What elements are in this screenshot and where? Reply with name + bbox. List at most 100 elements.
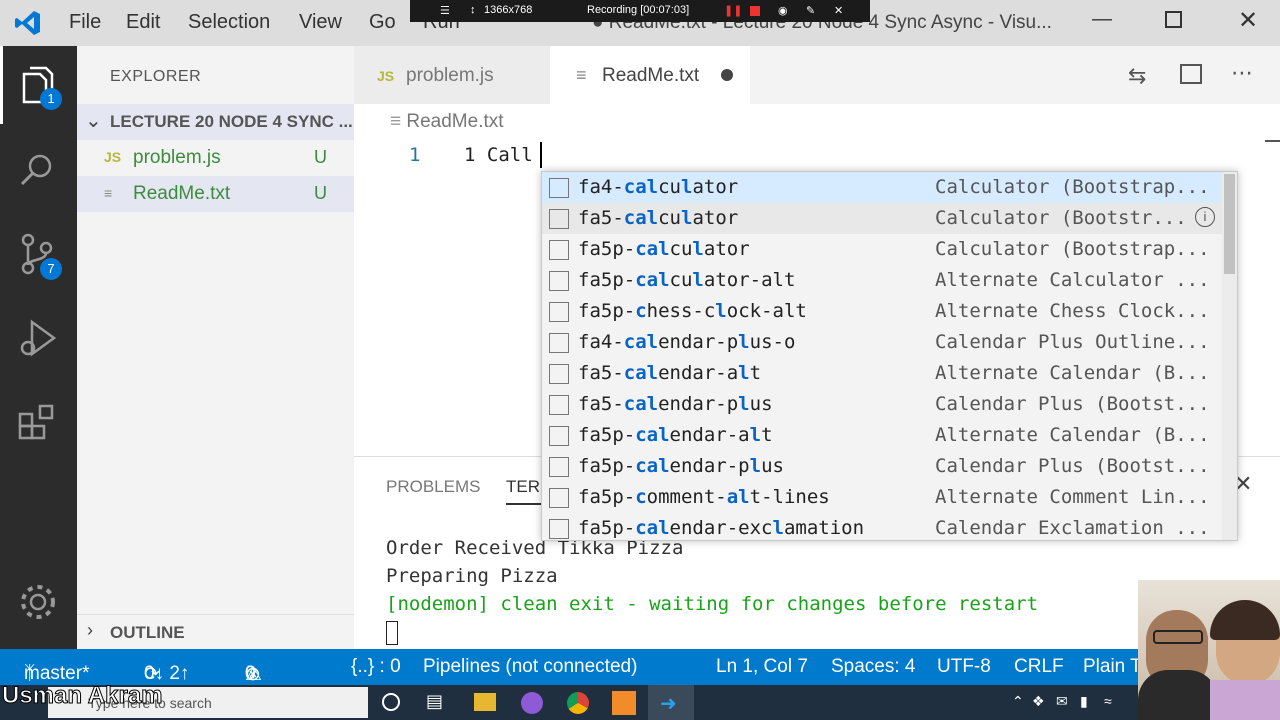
- match-highlight: l: [738, 362, 750, 384]
- menu-edit[interactable]: Edit: [126, 11, 160, 34]
- cursor-position[interactable]: Ln 1, Col 7: [716, 656, 808, 678]
- suggestion-item[interactable]: fa5p-calculator-alt Alternate Calculator …: [542, 265, 1222, 296]
- camera-icon[interactable]: ◉: [778, 4, 788, 17]
- suggestion-item[interactable]: fa4-calendar-plus-o Calendar Plus Outline…: [542, 327, 1222, 358]
- match-highlight: l: [692, 269, 704, 291]
- suggestion-item[interactable]: fa5-calendar-alt Alternate Calendar (B...: [542, 358, 1222, 389]
- match-highlight: cal: [623, 331, 659, 353]
- restore-button[interactable]: [1165, 11, 1182, 28]
- line-endings[interactable]: CRLF: [1014, 656, 1064, 678]
- recorder-close-icon[interactable]: ✕: [834, 4, 843, 17]
- outline-section[interactable]: › OUTLINE: [77, 614, 354, 649]
- match-highlight: l: [749, 424, 762, 446]
- suggestion-label: fa5p-calculator: [578, 238, 750, 260]
- snippet-icon: [549, 333, 569, 353]
- chevron-down-icon: ⌄: [85, 110, 102, 132]
- project-folder[interactable]: ⌄ LECTURE 20 NODE 4 SYNC ...: [77, 104, 354, 140]
- file-item-problem-js[interactable]: JS problem.js U: [77, 140, 354, 176]
- match-highlight: cal: [635, 269, 670, 291]
- suggestion-item[interactable]: fa5p-calendar-alt Alternate Calendar (B..…: [542, 420, 1222, 451]
- task-view-icon[interactable]: ▤: [426, 691, 443, 712]
- suggestion-label: fa5p-calculator-alt: [578, 269, 795, 291]
- battery-icon[interactable]: ▮: [1080, 693, 1088, 710]
- menu-view[interactable]: View: [299, 11, 342, 34]
- suggest-scrollbar[interactable]: [1222, 172, 1237, 540]
- tab-readme[interactable]: ≡ ReadMe.txt: [550, 46, 750, 104]
- terminal-line: [nodemon] clean exit - waiting for chang…: [386, 593, 1039, 615]
- app-icon[interactable]: [521, 692, 543, 714]
- explorer-icon[interactable]: 1: [16, 64, 62, 110]
- menu-go[interactable]: Go: [369, 11, 396, 34]
- close-button[interactable]: ✕: [1238, 6, 1258, 35]
- label-part: omment-: [646, 486, 727, 508]
- more-actions-icon[interactable]: ⋯: [1231, 60, 1253, 86]
- suggestion-item[interactable]: fa4-calculator Calculator (Bootstrap...: [542, 172, 1222, 203]
- pen-icon[interactable]: ✎: [806, 4, 815, 17]
- suggestion-label: fa5p-calendar-exclamation: [578, 517, 864, 539]
- suggestion-item[interactable]: fa5p-chess-clock-alt Alternate Chess Cloc…: [542, 296, 1222, 327]
- file-explorer-icon[interactable]: [474, 693, 496, 711]
- language-mode[interactable]: Plain T: [1083, 656, 1142, 678]
- vscode-taskbar-item[interactable]: ➜: [648, 685, 694, 720]
- label-part: us-o: [749, 331, 796, 353]
- editor-line[interactable]: 1 1 Call: [354, 142, 1280, 170]
- label-part: ator: [692, 176, 739, 198]
- braces-item[interactable]: {..} : 0: [351, 656, 401, 678]
- suggestion-item[interactable]: fa5-calendar-plus Calendar Plus (Bootst..…: [542, 389, 1222, 420]
- child-shirt: [1210, 680, 1280, 720]
- pause-icon[interactable]: ❚❚: [724, 4, 742, 17]
- chrome-icon[interactable]: [567, 692, 589, 714]
- suggest-widget: fa4-calculator Calculator (Bootstrap... fa…: [541, 171, 1238, 541]
- menu-selection[interactable]: Selection: [188, 11, 270, 34]
- suggestion-detail: Calendar Exclamation ...: [935, 517, 1210, 539]
- js-file-icon: JS: [104, 149, 122, 165]
- info-icon[interactable]: i: [1195, 207, 1215, 227]
- line-text: 1 Call: [464, 144, 533, 166]
- minimize-button[interactable]: —: [1092, 8, 1112, 31]
- suggestion-item[interactable]: fa5-calculator Calculator (Bootstr...: [542, 203, 1222, 234]
- snippet-icon: [549, 240, 569, 260]
- match-highlight: l: [749, 455, 762, 477]
- pipelines-item[interactable]: Pipelines (not connected): [423, 656, 637, 678]
- breadcrumb[interactable]: ≡ ReadMe.txt: [390, 111, 504, 133]
- scrollbar-thumb[interactable]: [1224, 174, 1235, 274]
- match-highlight: l: [680, 207, 693, 229]
- match-highlight: l: [692, 238, 704, 260]
- tray-chevron-icon[interactable]: ⌃: [1012, 693, 1024, 710]
- tab-problem-js[interactable]: JS problem.js: [354, 46, 550, 104]
- tab-label: ReadMe.txt: [602, 65, 700, 86]
- match-highlight: l: [680, 176, 693, 198]
- encoding[interactable]: UTF-8: [937, 656, 991, 678]
- label-part: fa4-: [578, 176, 624, 198]
- snippet-icon: [549, 488, 569, 508]
- file-item-readme[interactable]: ≡ ReadMe.txt U: [77, 176, 354, 212]
- suggestion-label: fa5p-calendar-alt: [578, 424, 773, 446]
- run-debug-icon[interactable]: [16, 316, 60, 360]
- compare-icon[interactable]: ⇆: [1128, 63, 1146, 89]
- tab-problems[interactable]: PROBLEMS: [386, 477, 480, 497]
- indentation[interactable]: Spaces: 4: [831, 656, 916, 678]
- network-icon[interactable]: ✉: [1056, 693, 1068, 710]
- suggestion-item[interactable]: fa5p-calendar-exclamation Calendar Exclam…: [542, 513, 1222, 540]
- dropbox-icon[interactable]: ❖: [1032, 693, 1045, 710]
- suggestion-item[interactable]: fa5p-calculator Calculator (Bootstrap...: [542, 234, 1222, 265]
- settings-gear-icon[interactable]: [16, 580, 60, 624]
- js-file-icon: JS: [377, 68, 395, 84]
- unsaved-dot-icon[interactable]: [721, 69, 733, 81]
- suggestion-item[interactable]: fa5p-calendar-plus Calendar Plus (Bootst.…: [542, 451, 1222, 482]
- search-icon[interactable]: [16, 148, 60, 192]
- menu-file[interactable]: File: [69, 11, 101, 34]
- match-highlight: l: [772, 517, 784, 539]
- cortana-icon[interactable]: [382, 693, 400, 711]
- recorder-menu-icon[interactable]: ☰: [440, 4, 450, 17]
- split-editor-icon[interactable]: [1180, 64, 1202, 84]
- label-part: endar-p: [658, 393, 739, 415]
- stop-icon[interactable]: [750, 6, 760, 16]
- sublime-icon[interactable]: [612, 691, 636, 715]
- wifi-icon[interactable]: ≈: [1104, 693, 1112, 709]
- explorer-badge: 1: [40, 88, 62, 110]
- extensions-icon[interactable]: [16, 400, 60, 444]
- suggestion-detail: Calculator (Bootstrap...: [935, 238, 1210, 260]
- suggestion-item[interactable]: fa5p-comment-alt-lines Alternate Comment …: [542, 482, 1222, 513]
- source-control-icon[interactable]: 7: [16, 232, 62, 280]
